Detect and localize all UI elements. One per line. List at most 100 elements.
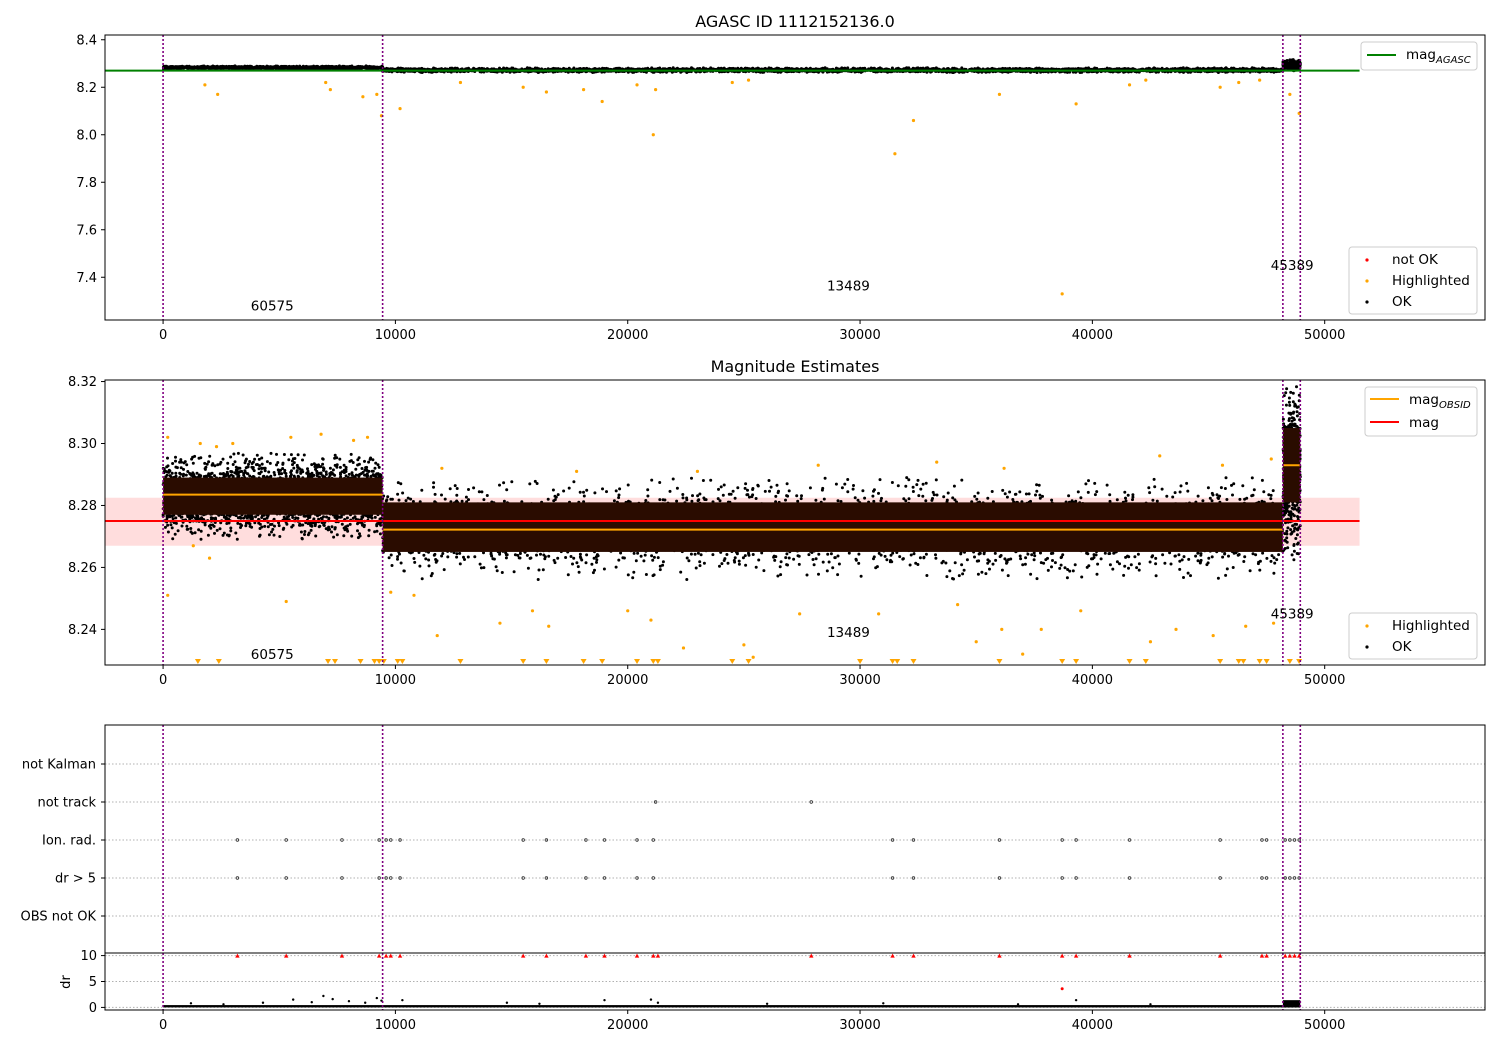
highlighted-point — [935, 460, 939, 464]
x-tick-label: 30000 — [839, 328, 880, 343]
legend-ok-label: OK — [1392, 294, 1413, 310]
highlighted-point — [530, 609, 535, 613]
x-tick-label: 10000 — [375, 328, 416, 343]
highlighted-point — [1258, 78, 1262, 82]
highlighted-point — [458, 80, 463, 85]
highlighted-point — [284, 599, 288, 604]
highlighted-point — [375, 92, 379, 96]
dr-point — [310, 1001, 313, 1004]
highlighted-point — [911, 118, 916, 123]
dr-point — [649, 998, 653, 1001]
y-tick-label: 8.2 — [76, 81, 97, 96]
highlighted-point — [319, 432, 323, 436]
highlighted-point — [214, 445, 219, 449]
highlighted-point — [575, 469, 579, 473]
highlighted-point — [389, 590, 393, 594]
highlighted-point — [1039, 627, 1043, 631]
y-tick-label: 7.4 — [76, 271, 97, 286]
obsid-label: 45389 — [1271, 607, 1314, 623]
dr-point — [189, 1002, 193, 1005]
highlighted-point — [289, 435, 293, 439]
dr-point — [765, 1002, 769, 1005]
highlighted-point — [198, 441, 202, 446]
dr-point — [375, 996, 379, 1000]
highlighted-point — [635, 83, 639, 87]
highlighted-point — [893, 152, 897, 156]
highlighted-point — [1074, 102, 1078, 106]
highlighted-point — [681, 646, 686, 650]
y-tick-label: 7.8 — [76, 176, 97, 191]
panel1-line-legend: magAGASC — [1360, 41, 1478, 71]
panel1-point-legend: not OK Highlighted OK — [1348, 246, 1478, 315]
panel2-point-legend: Highlighted OK — [1348, 612, 1478, 660]
highlighted-point — [1237, 80, 1241, 85]
highlighted-point — [207, 556, 212, 560]
highlighted-point — [997, 92, 1002, 96]
panel2-line-legend: magOBSID mag — [1364, 386, 1478, 437]
x-tick-label: 0 — [159, 1018, 167, 1033]
obsid-label: 13489 — [827, 278, 870, 294]
legend-highlighted-label: Highlighted — [1392, 618, 1470, 634]
dr-point — [222, 1003, 225, 1006]
y-tick-label: 8.26 — [68, 561, 97, 576]
flag-category-label: OBS not OK — [21, 910, 97, 925]
x-tick-label: 20000 — [607, 328, 648, 343]
obsid-label: 60575 — [251, 299, 294, 315]
x-tick-label: 0 — [159, 328, 167, 343]
highlighted-point — [398, 107, 402, 111]
highlighted-point — [203, 83, 207, 87]
highlighted-point — [695, 469, 700, 473]
highlighted-point — [1148, 640, 1153, 644]
y-tick-label: 8.32 — [68, 375, 97, 390]
highlighted-point — [974, 640, 978, 644]
highlighted-point — [877, 612, 881, 616]
highlighted-point — [1144, 78, 1148, 82]
highlighted-point — [435, 633, 439, 638]
flag-category-label: not track — [37, 796, 96, 811]
dr-ok-band — [163, 1005, 1301, 1008]
highlighted-point — [746, 78, 751, 82]
x-tick-label: 40000 — [1072, 673, 1113, 688]
x-tick-label: 40000 — [1072, 1018, 1113, 1033]
ok-points-obs-2 — [1281, 58, 1302, 73]
legend-highlighted-marker — [1365, 624, 1369, 628]
x-tick-label: 30000 — [839, 673, 880, 688]
flag-category-label: Ion. rad. — [42, 834, 96, 849]
highlighted-point — [361, 95, 365, 99]
legend-not-ok-label: not OK — [1392, 252, 1439, 268]
panel1-title: AGASC ID 1112152136.0 — [695, 12, 895, 31]
highlighted-point — [1220, 463, 1225, 467]
ok-points-obs-0 — [161, 64, 385, 71]
dr-point — [291, 998, 295, 1001]
highlighted-point — [521, 85, 525, 89]
highlighted-point — [365, 435, 370, 439]
dr-point — [505, 1001, 509, 1004]
highlighted-point — [1158, 454, 1162, 458]
highlighted-point — [1288, 92, 1292, 96]
highlighted-point — [1211, 633, 1215, 638]
highlighted-point — [1000, 627, 1004, 631]
highlighted-point — [651, 133, 655, 137]
highlighted-point — [751, 655, 755, 659]
panel2-title: Magnitude Estimates — [711, 357, 880, 376]
y-tick-label: 5 — [89, 975, 97, 990]
dr-point — [401, 998, 404, 1002]
highlighted-point — [412, 593, 416, 597]
flag-category-label: not Kalman — [22, 758, 96, 773]
x-tick-label: 0 — [159, 673, 167, 688]
highlighted-point — [1244, 624, 1248, 628]
highlighted-point — [742, 643, 746, 647]
legend-ok-label: OK — [1392, 639, 1413, 655]
dr-point — [347, 999, 351, 1003]
highlighted-point — [626, 609, 630, 613]
dr-point — [882, 1002, 885, 1005]
obsid-label: 13489 — [827, 625, 870, 641]
y-tick-label: 8.30 — [68, 437, 97, 452]
dr-point — [322, 994, 325, 998]
x-tick-label: 50000 — [1304, 673, 1345, 688]
dr-ok-band-obs-45389 — [1282, 1000, 1301, 1008]
highlighted-point — [1127, 83, 1132, 87]
y-tick-label: 7.6 — [76, 223, 97, 238]
highlighted-point — [191, 544, 195, 548]
dr-not-ok-point — [1060, 987, 1064, 991]
